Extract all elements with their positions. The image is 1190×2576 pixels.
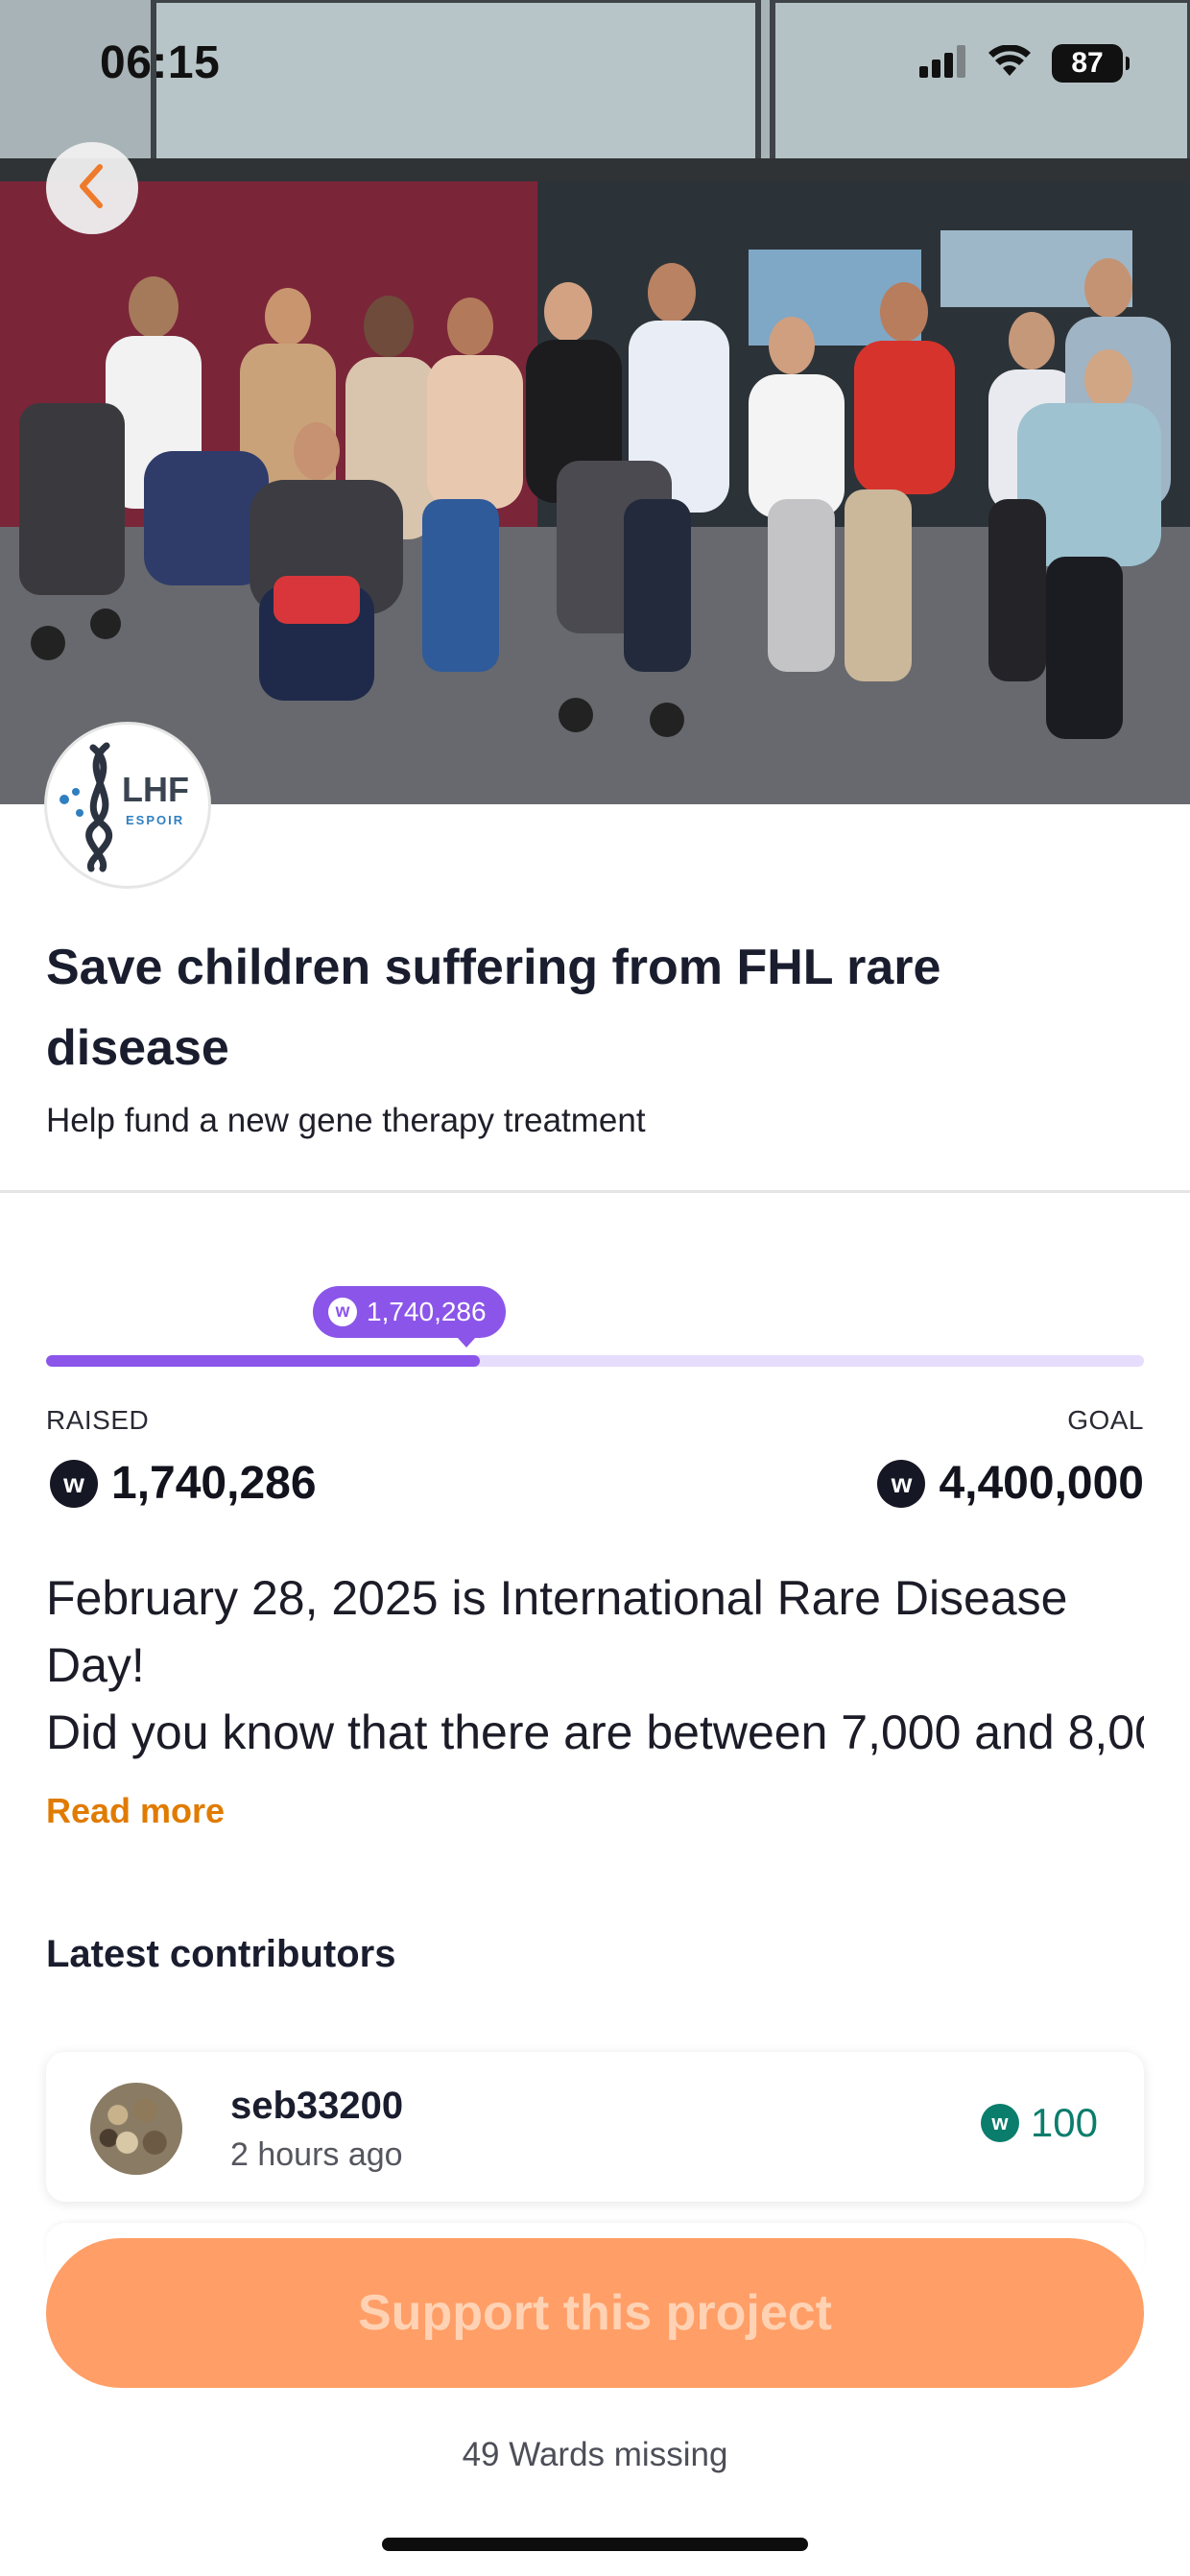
ward-coin-icon: w <box>50 1459 98 1508</box>
contribution-amount-value: 100 <box>1030 2100 1098 2145</box>
section-divider <box>0 1190 1190 1193</box>
status-icons: 87 <box>919 42 1130 84</box>
project-subtitle: Help fund a new gene therapy treatment <box>46 1102 646 1139</box>
avatar <box>90 2083 182 2175</box>
ward-coin-icon: w <box>877 1459 926 1508</box>
progress-bar <box>46 1355 1144 1367</box>
goal-amount-value: 4,400,000 <box>939 1458 1144 1509</box>
progress-badge: w 1,740,286 <box>313 1286 506 1348</box>
project-logo: LHF ESPOIR <box>44 722 211 889</box>
description-line: Day! <box>46 1638 145 1692</box>
chevron-left-icon <box>73 161 111 216</box>
home-indicator <box>382 2538 808 2551</box>
project-description: February 28, 2025 is International Rare … <box>46 1564 1144 1766</box>
raised-label: RAISED <box>46 1405 150 1435</box>
description-line: Did you know that there are between 7,00… <box>46 1705 1144 1759</box>
ward-coin-icon: w <box>980 2104 1019 2142</box>
raised-amount-value: 1,740,286 <box>111 1458 317 1509</box>
description-line: February 28, 2025 is International Rare … <box>46 1571 1068 1625</box>
battery-icon: 87 <box>1052 44 1130 83</box>
read-more-link[interactable]: Read more <box>46 1791 225 1831</box>
wards-missing-text: 49 Wards missing <box>462 2436 728 2473</box>
logo-text: LHF <box>122 770 189 809</box>
status-time: 06:15 <box>100 37 221 88</box>
raised-amount: w 1,740,286 <box>50 1457 317 1510</box>
contributor-card[interactable]: seb33200 2 hours ago w 100 <box>46 2052 1144 2202</box>
progress-badge-amount: 1,740,286 <box>367 1297 487 1326</box>
contributors-title: Latest contributors <box>46 1933 396 1975</box>
contribution-amount: w 100 <box>980 2100 1098 2146</box>
contributor-name: seb33200 <box>230 2085 404 2127</box>
support-project-button[interactable]: Support this project <box>46 2238 1144 2388</box>
project-title: Save children suffering from FHL rare di… <box>46 940 941 1076</box>
ward-coin-icon: w <box>328 1298 357 1326</box>
contribution-time: 2 hours ago <box>230 2136 403 2173</box>
back-button[interactable] <box>46 142 138 234</box>
goal-amount: w 4,400,000 <box>877 1457 1144 1510</box>
status-bar: 06:15 87 <box>0 0 1190 134</box>
progress-bar-fill <box>46 1355 481 1367</box>
cellular-signal-icon <box>919 44 967 83</box>
logo-subtext: ESPOIR <box>126 813 185 827</box>
wifi-icon <box>988 43 1031 83</box>
goal-label: GOAL <box>1067 1405 1144 1435</box>
